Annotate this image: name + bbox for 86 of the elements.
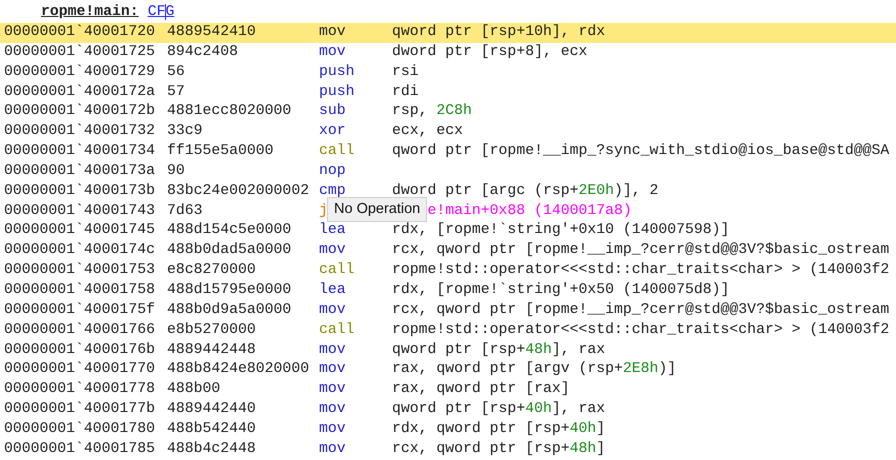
address-cell-text: 00000001`40001766 bbox=[4, 320, 155, 340]
operand-cell-text: rcx, qword ptr [ropme!__imp_?cerr@std@@3V?$basic_ostream bbox=[392, 300, 890, 320]
bytes-cell-text: 4889442448 bbox=[167, 340, 256, 360]
address-cell-text: 00000001`40001743 bbox=[4, 202, 155, 221]
operand-cell-text: qword ptr [rsp+10h], rdx bbox=[392, 23, 606, 42]
operand-cell-text: rsp, 2C8h bbox=[392, 102, 472, 122]
address-cell-text: 00000001`40001758 bbox=[4, 280, 155, 300]
address-cell-text: 00000001`40001732 bbox=[4, 122, 155, 142]
bytes-cell-text: 90 bbox=[167, 162, 185, 181]
bytes-cell-text: 57 bbox=[167, 82, 185, 102]
bytes-cell-text: e8c8270000 bbox=[167, 261, 256, 280]
address-cell-text: 00000001`4000176b bbox=[4, 340, 155, 360]
operand-cell-text: rdx, qword ptr [rsp+40h] bbox=[392, 420, 606, 439]
operand-cell-text: ropme!std::operator<<<std::char_traits<char> > (140003f2 bbox=[392, 261, 890, 280]
mnemonic-cell-text: sub bbox=[319, 102, 346, 122]
mnemonic-cell-text: mov bbox=[319, 380, 346, 400]
mnemonic-cell-text: mov bbox=[319, 400, 346, 420]
bytes-cell-text: 488b4c2448 bbox=[167, 440, 256, 459]
operand-cell-text: dword ptr [rsp+8], ecx bbox=[392, 42, 588, 62]
operand-cell-text: rax, qword ptr [argv (rsp+2E8h)] bbox=[392, 360, 676, 380]
address-cell-text: 00000001`40001734 bbox=[4, 142, 155, 162]
address-cell-text: 00000001`4000177b bbox=[4, 400, 155, 420]
mnemonic-cell-text: call bbox=[319, 261, 355, 280]
mnemonic-cell-text: mov bbox=[319, 23, 346, 42]
address-cell-text: 00000001`40001720 bbox=[4, 23, 155, 42]
address-cell-text: 00000001`4000172a bbox=[4, 82, 155, 102]
mnemonic-cell-text: mov bbox=[319, 42, 346, 62]
address-cell-text: 00000001`40001729 bbox=[4, 62, 155, 82]
operand-cell-text: qword ptr [rsp+40h], rax bbox=[392, 400, 606, 420]
address-cell-text: 00000001`40001753 bbox=[4, 261, 155, 280]
bytes-cell-text: 7d63 bbox=[167, 202, 203, 221]
operand-cell-text: rdx, [ropme!`string'+0x50 (1400075d8)] bbox=[392, 280, 730, 300]
address-cell-text: 00000001`40001725 bbox=[4, 42, 155, 62]
address-cell-text: 00000001`4000175f bbox=[4, 300, 155, 320]
function-label: ropme!main: bbox=[41, 4, 139, 20]
mnemonic-cell-text: push bbox=[319, 82, 355, 102]
bytes-cell-text: 488d154c5e0000 bbox=[167, 221, 292, 240]
address-cell-text: 00000001`4000174c bbox=[4, 241, 155, 260]
operand-cell-text: rax, qword ptr [rax] bbox=[392, 380, 570, 400]
bytes-cell-text: 4881ecc8020000 bbox=[167, 102, 292, 122]
address-cell-text: 00000001`4000172b bbox=[4, 102, 155, 122]
mnemonic-cell-text: mov bbox=[319, 241, 346, 260]
bytes-cell-text: 488b0dad5a0000 bbox=[167, 241, 292, 260]
operand-cell-text: ecx, ecx bbox=[392, 122, 464, 142]
address-cell-text: 00000001`4000173a bbox=[4, 162, 155, 181]
mnemonic-cell-text: mov bbox=[319, 420, 346, 439]
bytes-cell-text: 83bc24e002000002 bbox=[167, 182, 310, 201]
address-cell-text: 00000001`40001770 bbox=[4, 360, 155, 380]
mnemonic-cell-text: mov bbox=[319, 440, 346, 459]
bytes-cell-text: 33c9 bbox=[167, 122, 203, 142]
operand-cell-text: qword ptr [ropme!__imp_?sync_with_stdio@ios_base@std@@SA bbox=[392, 142, 890, 162]
mnemonic-cell-text: push bbox=[319, 62, 355, 82]
operand-cell-text: qword ptr [rsp+48h], rax bbox=[392, 340, 606, 360]
bytes-cell-text: ff155e5a0000 bbox=[167, 142, 274, 162]
address-cell-text: 00000001`4000173b bbox=[4, 182, 155, 201]
mnemonic-cell-text: lea bbox=[319, 280, 346, 300]
operand-cell-text: rcx, qword ptr [ropme!__imp_?cerr@std@@3V?$basic_ostream bbox=[392, 241, 890, 260]
mnemonic-cell-text: xor bbox=[319, 122, 346, 142]
bytes-cell-text: 488b8424e8020000 bbox=[167, 360, 310, 380]
address-cell-text: 00000001`40001745 bbox=[4, 221, 155, 240]
bytes-cell-text: 56 bbox=[167, 62, 185, 82]
operand-cell-text: rcx, qword ptr [rsp+48h] bbox=[392, 440, 606, 459]
bytes-cell-text: 4889542410 bbox=[167, 23, 256, 42]
bytes-cell-text: 894c2408 bbox=[167, 42, 238, 62]
mnemonic-cell-text: nop bbox=[319, 162, 346, 181]
mnemonic-cell-text: mov bbox=[319, 300, 346, 320]
mnemonic-cell-text: call bbox=[319, 320, 355, 340]
tooltip: No Operation bbox=[327, 197, 428, 222]
operand-cell-text: rdx, [ropme!`string'+0x10 (140007598)] bbox=[392, 221, 730, 240]
bytes-cell-text: e8b5270000 bbox=[167, 320, 256, 340]
bytes-cell-text: 488b00 bbox=[167, 380, 220, 400]
mnemonic-cell-text: mov bbox=[319, 360, 346, 380]
bytes-cell-text: 488b0d9a5a0000 bbox=[167, 300, 292, 320]
mnemonic-cell-text: mov bbox=[319, 340, 346, 360]
operand-cell-text: ropme!std::operator<<<std::char_traits<char> > (140003f2 bbox=[392, 320, 890, 340]
mnemonic-cell-text: j bbox=[319, 202, 328, 221]
mnemonic-cell-text: lea bbox=[319, 221, 346, 240]
address-cell-text: 00000001`40001780 bbox=[4, 420, 155, 439]
bytes-cell-text: 488d15795e0000 bbox=[167, 280, 292, 300]
operand-cell-text: rdi bbox=[392, 82, 419, 102]
address-cell-text: 00000001`40001778 bbox=[4, 380, 155, 400]
bytes-cell-text: 4889442440 bbox=[167, 400, 256, 420]
address-cell-text: 00000001`40001785 bbox=[4, 440, 155, 459]
operand-cell-text: rsi bbox=[392, 62, 419, 82]
bytes-cell-text: 488b542440 bbox=[167, 420, 256, 439]
mnemonic-cell-text: call bbox=[319, 142, 355, 162]
